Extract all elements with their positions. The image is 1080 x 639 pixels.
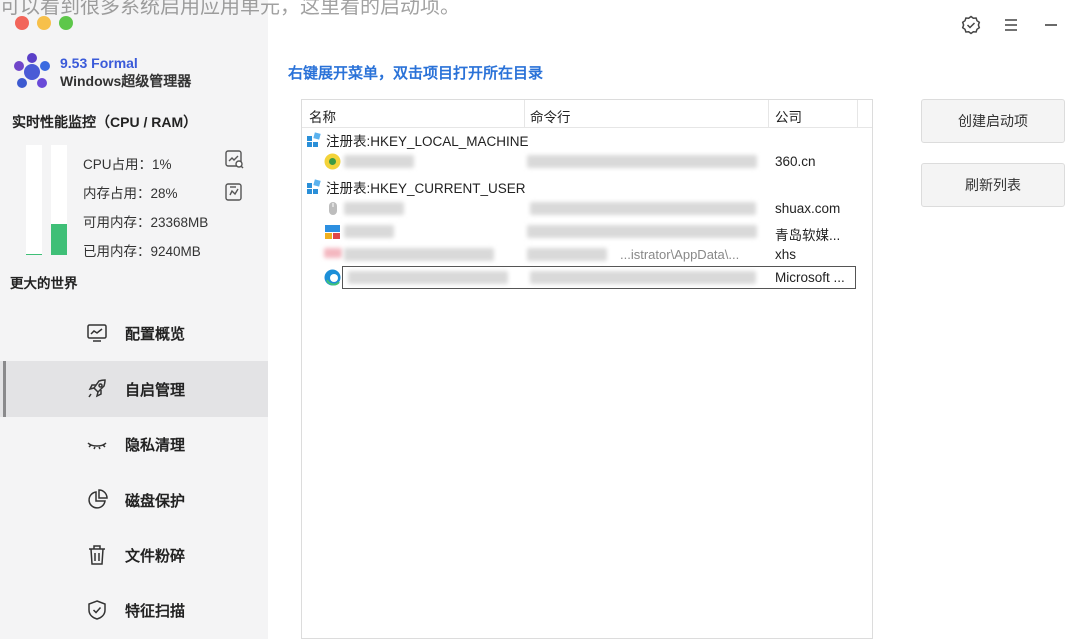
sidebar: 可以看到很多系统启用应用单元，这里看的启动项。 9.53 Formal Wind… xyxy=(0,0,460,639)
table-row-selected[interactable]: Microsoft ... xyxy=(302,266,872,289)
shield-check-icon xyxy=(88,600,106,620)
column-header-command[interactable]: 命令行 xyxy=(530,106,571,126)
ruanmei-app-icon xyxy=(325,225,340,239)
redacted-command xyxy=(527,248,607,261)
group-hkey-local-machine[interactable]: 注册表:HKEY_LOCAL_MACHINE xyxy=(306,130,529,150)
memory-bar xyxy=(51,145,67,255)
column-header-name[interactable]: 名称 xyxy=(309,106,336,126)
memory-usage: 内存占用：28% xyxy=(83,186,178,201)
redacted-name xyxy=(348,271,508,284)
redacted-command xyxy=(530,202,756,215)
nav-label: 特征扫描 xyxy=(125,602,186,620)
column-divider[interactable] xyxy=(524,100,525,128)
nav-config-overview[interactable]: 配置概览 xyxy=(0,305,268,361)
minimize-window-button[interactable] xyxy=(37,16,51,30)
memory-bar-fill xyxy=(51,224,67,255)
group-hkey-current-user[interactable]: 注册表:HKEY_CURRENT_USER xyxy=(306,177,526,197)
monitor-chart-icon xyxy=(87,324,107,342)
redacted-name xyxy=(344,155,414,168)
minimize-icon[interactable] xyxy=(1040,14,1062,36)
nav-disk-protection[interactable]: 磁盘保护 xyxy=(0,472,268,528)
memory-report-icon[interactable] xyxy=(223,181,245,203)
redacted-name xyxy=(344,248,494,261)
redacted-command xyxy=(530,271,756,284)
rocket-icon xyxy=(88,379,106,398)
monitor-title: 实时性能监控（CPU / RAM） xyxy=(12,114,198,130)
window-traffic-lights xyxy=(15,16,73,30)
company-cell: Microsoft ... xyxy=(775,270,845,285)
nav-file-shredder[interactable]: 文件粉碎 xyxy=(0,527,268,583)
nav-autostart-manager[interactable]: 自启管理 xyxy=(0,361,268,417)
cpu-usage: CPU占用：1% xyxy=(83,157,172,172)
refresh-list-button[interactable]: 刷新列表 xyxy=(921,163,1065,207)
cpu-report-icon[interactable] xyxy=(223,148,245,170)
registry-icon xyxy=(307,132,321,147)
menu-icon[interactable] xyxy=(1000,14,1022,36)
cpu-bar-fill xyxy=(26,253,42,255)
table-row[interactable]: 青岛软媒... xyxy=(302,220,872,243)
company-cell: 360.cn xyxy=(775,154,816,169)
nav-signature-scan[interactable]: 特征扫描 xyxy=(0,582,268,638)
app-window: 可以看到很多系统启用应用单元，这里看的启动项。 9.53 Formal Wind… xyxy=(0,0,1080,639)
group-label: 注册表:HKEY_CURRENT_USER xyxy=(326,181,526,196)
registry-icon xyxy=(307,179,321,194)
group-label: 注册表:HKEY_LOCAL_MACHINE xyxy=(326,134,529,149)
table-row[interactable]: shuax.com xyxy=(302,197,872,220)
company-cell: shuax.com xyxy=(775,201,841,216)
nav-label: 隐私清理 xyxy=(125,436,186,454)
redacted-name xyxy=(344,225,394,238)
app-version: 9.53 Formal xyxy=(60,54,138,71)
badge-check-icon[interactable] xyxy=(960,14,982,36)
window-controls xyxy=(960,14,1062,36)
nav-privacy-cleanup[interactable]: 隐私清理 xyxy=(0,416,268,472)
startup-table[interactable]: 名称 命令行 公司 注册表:HKEY_LOCAL_MACHINE 360.cn xyxy=(301,99,873,639)
mouse-app-icon xyxy=(329,202,337,215)
command-cell: ...istrator\AppData\... xyxy=(620,247,740,262)
column-header-company[interactable]: 公司 xyxy=(775,106,802,126)
brand: 9.53 Formal Windows超级管理器 xyxy=(12,52,191,92)
company-cell: 青岛软媒... xyxy=(775,228,841,243)
trash-icon xyxy=(89,545,105,565)
tagline: 更大的世界 xyxy=(10,276,78,291)
app-name: Windows超级管理器 xyxy=(60,72,192,89)
column-divider[interactable] xyxy=(857,100,858,128)
nav-label: 磁盘保护 xyxy=(125,492,186,510)
nav-label: 文件粉碎 xyxy=(125,547,186,565)
nav-label: 配置概览 xyxy=(125,325,186,343)
pie-chart-icon xyxy=(88,489,108,509)
table-header: 名称 命令行 公司 xyxy=(302,100,872,128)
company-cell: xhs xyxy=(775,247,797,262)
redacted-command xyxy=(527,155,757,168)
closed-eye-icon xyxy=(87,442,107,450)
table-row[interactable]: 360.cn xyxy=(302,150,872,173)
column-divider[interactable] xyxy=(768,100,769,128)
redacted-name xyxy=(344,202,404,215)
brand-text: 9.53 Formal Windows超级管理器 xyxy=(60,55,191,90)
available-memory: 可用内存：23368MB xyxy=(83,215,209,230)
maximize-window-button[interactable] xyxy=(59,16,73,30)
app-logo-icon xyxy=(14,53,50,88)
used-memory: 已用内存：9240MB xyxy=(83,244,201,259)
360-app-icon xyxy=(324,153,341,170)
edge-browser-icon xyxy=(324,269,341,286)
nav-label: 自启管理 xyxy=(125,381,186,399)
create-startup-item-button[interactable]: 创建启动项 xyxy=(921,99,1065,143)
cpu-bar xyxy=(26,145,42,255)
xhs-app-icon xyxy=(324,248,342,258)
close-window-button[interactable] xyxy=(15,16,29,30)
usage-hint: 右键展开菜单，双击项目打开所在目录 xyxy=(288,65,544,82)
table-row[interactable]: ...istrator\AppData\... xhs xyxy=(302,243,872,266)
redacted-command xyxy=(527,225,757,238)
